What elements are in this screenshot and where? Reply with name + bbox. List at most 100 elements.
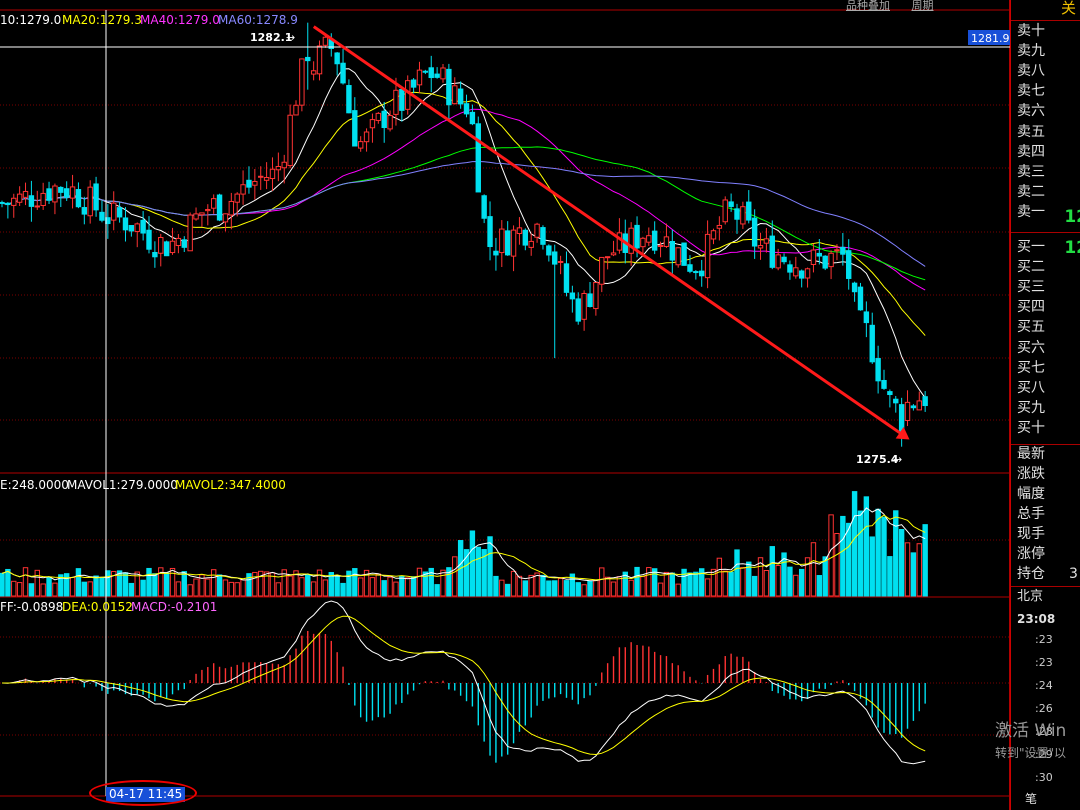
candle-body <box>581 292 587 320</box>
volume-bar <box>681 568 687 597</box>
candle-body <box>240 184 246 195</box>
volume-bar <box>440 569 446 597</box>
volume-bar <box>675 583 681 597</box>
buy-level-label: 买十 <box>1017 419 1045 436</box>
volume-bar <box>163 572 170 597</box>
sell1-price: 12 <box>1064 207 1080 227</box>
volume-bar <box>305 574 311 597</box>
volume-bar <box>334 575 340 597</box>
low-arrow: → <box>893 453 902 466</box>
candle-body <box>687 264 693 272</box>
volume-bar <box>122 572 129 597</box>
candle-body <box>604 256 611 259</box>
candle-body <box>822 255 828 269</box>
tick-time: :26 <box>1035 702 1053 715</box>
candle-body <box>828 252 834 268</box>
candle-body <box>52 185 58 203</box>
candle-body <box>699 270 705 277</box>
volume-bar <box>152 573 158 597</box>
candle-body <box>575 298 581 322</box>
volume-bar <box>775 564 781 597</box>
candle-body <box>134 223 140 232</box>
ma20-label: MA20:1279.3 <box>62 13 142 27</box>
candle-body <box>111 202 117 221</box>
top-links: 品种叠加 周期 <box>846 0 934 13</box>
candle-body <box>363 131 370 143</box>
candle-body <box>452 85 458 105</box>
buy-level-label: 买八 <box>1017 379 1045 396</box>
period-link[interactable]: 周期 <box>912 0 934 12</box>
volume-bar <box>528 574 534 597</box>
candlestick-chart[interactable]: 10:1279.0 MA20:1279.3 MA40:1279.0 MA60:1… <box>0 0 1010 810</box>
dea-label: DEA:0.0152 <box>62 600 133 614</box>
volume-bar <box>857 510 864 597</box>
candle-body <box>299 58 305 106</box>
volume-bar <box>393 581 399 597</box>
candle-body <box>804 268 811 279</box>
volume-bar <box>651 568 658 597</box>
candle-body <box>769 235 775 268</box>
candle-body <box>0 201 5 204</box>
volume-bar <box>93 575 99 597</box>
macd-label: MACD:-0.2101 <box>131 600 217 614</box>
mavol1-label: MAVOL1:279.0000 <box>67 478 178 492</box>
candle-body <box>263 177 270 181</box>
candle-body <box>128 225 135 232</box>
volume-bar <box>557 578 564 597</box>
candle-body <box>434 73 440 78</box>
candle-body <box>475 123 481 193</box>
candle-body <box>763 238 770 244</box>
candle-body <box>310 70 317 75</box>
sell-level-label: 卖一 <box>1017 203 1045 220</box>
candle-body <box>205 209 211 212</box>
volume-bar <box>740 567 746 597</box>
candle-body <box>793 267 799 277</box>
volume-bar <box>887 556 893 597</box>
volume-bar <box>146 567 152 597</box>
buy1-price: 12 <box>1064 238 1080 258</box>
volume-bar <box>499 579 505 597</box>
candle-body <box>616 232 623 251</box>
volume-bar <box>240 579 246 597</box>
volume-bar <box>52 582 58 597</box>
candle-body <box>140 219 146 234</box>
candle-body <box>857 286 864 311</box>
volume-bar <box>716 557 723 597</box>
overlay-link[interactable]: 品种叠加 <box>846 0 890 12</box>
candle-body <box>569 292 576 300</box>
candle-body <box>840 246 846 255</box>
volume-bar <box>187 584 193 597</box>
volume-bar <box>352 568 358 597</box>
mavol2-label: MAVOL2:347.4000 <box>175 478 286 492</box>
panel-head: 关 <box>1060 0 1076 17</box>
candle-body <box>704 233 711 279</box>
volume-bar <box>540 574 546 597</box>
candle-body <box>887 391 893 396</box>
volume-bar <box>869 536 875 597</box>
volume-bar <box>375 573 382 597</box>
candle-body <box>357 141 364 149</box>
volume-bar <box>81 581 88 597</box>
candle-body <box>740 206 746 225</box>
candle-body <box>557 260 564 263</box>
candle-body <box>440 67 446 80</box>
volume-bar <box>751 575 758 597</box>
volume-bar <box>510 570 517 597</box>
volume-bar <box>381 580 387 597</box>
volume-bar <box>916 543 922 597</box>
volume-bar <box>222 579 229 597</box>
candle-body <box>163 241 170 257</box>
volume-bar <box>216 574 223 597</box>
volume-bar <box>546 580 552 597</box>
volume-bar <box>581 584 587 597</box>
tick-tab[interactable]: 笔 <box>1025 790 1037 808</box>
candle-body <box>640 237 646 248</box>
volume-bar <box>181 571 187 597</box>
volume-bar <box>140 579 146 597</box>
volume-bar <box>416 567 423 597</box>
volume-bar <box>69 576 76 597</box>
volume-bar <box>299 577 305 597</box>
volume-bar <box>798 568 805 597</box>
volume-bar <box>851 491 858 597</box>
volume-bar <box>704 578 711 597</box>
